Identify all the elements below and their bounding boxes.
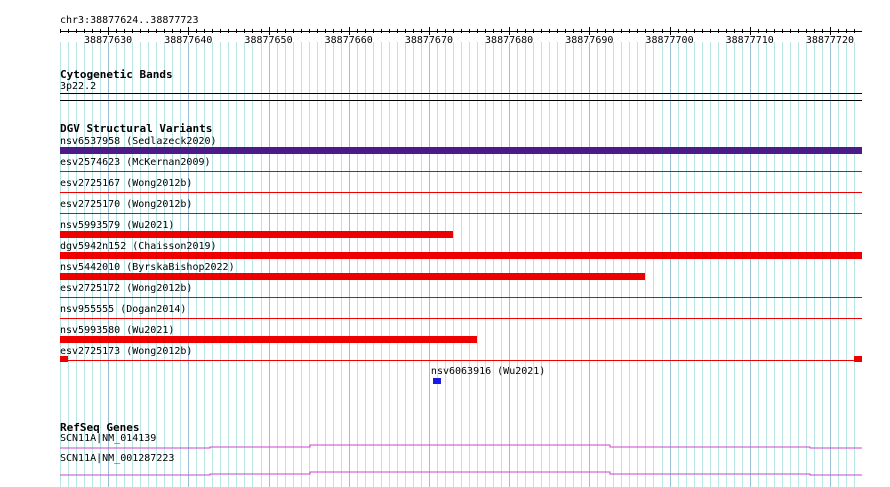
dgv-variant-bar[interactable] (60, 147, 862, 154)
ruler-tick-label: 38877690 (565, 35, 614, 46)
refseq-gene-label[interactable]: SCN11A|NM_014139 (60, 433, 156, 445)
dgv-variant-endcap-left[interactable] (60, 356, 68, 362)
ruler-tick-label: 38877720 (805, 35, 854, 46)
dgv-variant-label[interactable]: esv2574623 (McKernan2009) (60, 157, 211, 169)
dgv-variant-line[interactable] (60, 192, 862, 193)
dgv-variant-bar[interactable] (60, 252, 862, 259)
dgv-variant-bar[interactable] (60, 273, 646, 280)
dgv-variant-line[interactable] (60, 213, 862, 214)
dgv-variant-line[interactable] (60, 171, 862, 172)
ruler-tick-label: 38877640 (164, 35, 213, 46)
dgv-variant-label[interactable]: nsv6063916 (Wu2021) (431, 366, 545, 378)
cytoband-label[interactable]: 3p22.2 (60, 81, 96, 93)
dgv-track-title[interactable]: DGV Structural Variants (60, 122, 212, 135)
region-label: chr3:38877624..38877723 (60, 15, 199, 26)
ruler-tick-label: 38877650 (244, 35, 293, 46)
dgv-variant-bar[interactable] (60, 336, 478, 343)
dgv-variant-label[interactable]: esv2725170 (Wong2012b) (60, 199, 192, 211)
cytobands-track-title[interactable]: Cytogenetic Bands (60, 68, 173, 81)
ruler-tick-label: 38877670 (404, 35, 453, 46)
ruler-tick-label: 38877660 (324, 35, 373, 46)
dgv-variant-label[interactable]: esv2725167 (Wong2012b) (60, 178, 192, 190)
dgv-variant-line[interactable] (60, 360, 862, 361)
dgv-variant-label[interactable]: esv2725172 (Wong2012b) (60, 283, 192, 295)
ruler-tick-label: 38877700 (645, 35, 694, 46)
cytoband-line (60, 93, 862, 94)
ruler-tick-label: 38877680 (485, 35, 534, 46)
ruler-tick-label: 38877630 (84, 35, 133, 46)
dgv-variant-line[interactable] (60, 297, 862, 298)
track-divider (60, 100, 862, 101)
dgv-variant-endcap-right[interactable] (854, 356, 862, 362)
dgv-variant-label[interactable]: esv2725173 (Wong2012b) (60, 346, 192, 358)
ruler-tick-label: 38877710 (725, 35, 774, 46)
dgv-variant-bar[interactable] (60, 231, 453, 238)
dgv-variant-label[interactable]: nsv955555 (Dogan2014) (60, 304, 186, 316)
dgv-variant-bar[interactable] (432, 378, 441, 384)
refseq-gene-label[interactable]: SCN11A|NM_001287223 (60, 453, 174, 465)
dgv-variant-line[interactable] (60, 318, 862, 319)
